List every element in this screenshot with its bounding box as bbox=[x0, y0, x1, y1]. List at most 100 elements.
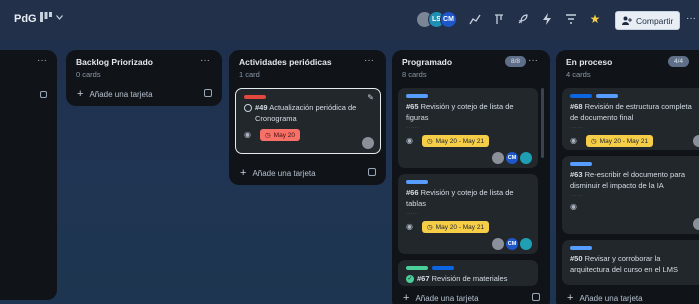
card-template-icon[interactable] bbox=[204, 89, 212, 97]
due-date-badge[interactable]: ◷ May 20 - May 21 bbox=[422, 135, 490, 147]
list-menu-icon[interactable]: ··· bbox=[200, 55, 210, 66]
add-card-button[interactable]: + Añade una tarjeta bbox=[556, 286, 699, 304]
member-avatar[interactable] bbox=[492, 238, 504, 250]
list-menu-icon[interactable]: ··· bbox=[364, 55, 374, 66]
card-number: #50 bbox=[570, 254, 583, 263]
list-title[interactable]: Actividades periódicas bbox=[239, 57, 376, 67]
card-faint-label: ······ bbox=[406, 210, 419, 217]
rocket-icon[interactable] bbox=[516, 12, 530, 26]
wip-limit-badge: 4/4 bbox=[667, 56, 689, 67]
board-members[interactable]: LS CM bbox=[416, 11, 457, 28]
list-card-count: 0 cards bbox=[76, 70, 101, 79]
list-column: ··· bbox=[0, 50, 57, 300]
member-avatar[interactable] bbox=[520, 152, 532, 164]
card-title: Revisión de estructura completa de docum… bbox=[570, 102, 692, 122]
complete-checkbox-icon[interactable] bbox=[244, 104, 252, 112]
card-68[interactable]: #68 Revisión de estructura completa de d… bbox=[562, 88, 699, 150]
star-icon[interactable]: ★ bbox=[588, 12, 602, 26]
list-title[interactable]: Backlog Priorizado bbox=[76, 57, 212, 67]
filter-icon[interactable] bbox=[564, 12, 578, 26]
card-title: Re-escribir el documento para disminuir … bbox=[570, 170, 686, 190]
card-65[interactable]: #65 Revisión y cotejo de lista de figura… bbox=[398, 88, 538, 168]
card-number: #66 bbox=[406, 188, 419, 197]
board-header: PdG LS CM ★ Compartir ··· bbox=[0, 0, 699, 40]
list-column-periodic: Actividades periódicas 1 card ··· ✎ #49 … bbox=[229, 50, 386, 185]
board-views-button[interactable] bbox=[40, 12, 63, 22]
clock-icon: ◷ bbox=[427, 224, 433, 231]
card-label-blue bbox=[596, 94, 618, 98]
more-options-icon[interactable]: ··· bbox=[686, 13, 696, 24]
add-card-label: Añade una tarjeta bbox=[415, 293, 479, 303]
card-number: #63 bbox=[570, 170, 583, 179]
member-avatar[interactable] bbox=[693, 218, 699, 230]
add-card-button[interactable]: + Añade una tarjeta bbox=[229, 161, 386, 185]
list-card-count: 4 cards bbox=[566, 70, 591, 79]
member-avatar[interactable] bbox=[520, 238, 532, 250]
card-faint-label: ······ bbox=[570, 192, 583, 199]
clock-icon: ◷ bbox=[427, 138, 433, 145]
automation-bolt-icon[interactable] bbox=[540, 12, 554, 26]
list-scrollbar[interactable] bbox=[541, 88, 544, 158]
watch-eye-icon: ◉ bbox=[244, 130, 251, 139]
card-title: Revisión y cotejo de lista de figuras bbox=[406, 102, 514, 122]
card-number: #67 bbox=[417, 274, 430, 283]
card-faint-label: ······ bbox=[570, 124, 583, 131]
card-title: Actualización periódica de Cronograma bbox=[255, 103, 357, 123]
share-button-label: Compartir bbox=[636, 15, 674, 26]
due-date-text: May 20 - May 21 bbox=[435, 223, 485, 231]
board-view-icon bbox=[40, 12, 52, 22]
card-66[interactable]: #66 Revisión y cotejo de lista de tablas… bbox=[398, 174, 538, 254]
card-63[interactable]: #63 Re-escribir el documento para dismin… bbox=[562, 156, 699, 234]
member-avatar[interactable] bbox=[362, 137, 374, 149]
card-label-blue bbox=[432, 266, 454, 270]
table-view-icon[interactable] bbox=[492, 12, 506, 26]
card-title: Revisión y cotejo de lista de tablas bbox=[406, 188, 514, 208]
due-date-text: May 20 bbox=[273, 131, 295, 139]
clock-icon: ◷ bbox=[591, 138, 597, 145]
list-menu-icon[interactable]: ··· bbox=[37, 55, 47, 66]
list-card-count: 8 cards bbox=[402, 70, 427, 79]
plus-icon: + bbox=[567, 292, 574, 304]
edit-pencil-icon[interactable]: ✎ bbox=[367, 93, 374, 102]
card-template-icon[interactable] bbox=[40, 91, 47, 98]
card-49[interactable]: ✎ #49 Actualización periódica de Cronogr… bbox=[235, 88, 381, 154]
completed-check-icon[interactable]: ✓ bbox=[406, 275, 414, 283]
card-label-blue bbox=[570, 246, 592, 250]
due-date-badge[interactable]: ◷ May 20 - May 21 bbox=[422, 221, 490, 233]
add-card-button[interactable]: + Añade una tarjeta bbox=[66, 82, 222, 106]
member-avatar[interactable]: CM bbox=[506, 238, 518, 250]
member-avatar[interactable]: CM bbox=[440, 11, 457, 28]
card-template-icon[interactable] bbox=[532, 293, 540, 301]
board-toolbar: ★ bbox=[468, 12, 626, 26]
card-title: Revisar y corroborar la arquitectura del… bbox=[570, 254, 678, 274]
list-menu-icon[interactable]: ··· bbox=[528, 55, 538, 66]
card-faint-label: ······ bbox=[406, 124, 419, 131]
card-67[interactable]: ✓ #67 Revisión de materiales bbox=[398, 260, 538, 286]
plus-icon: + bbox=[240, 167, 247, 179]
list-column-backlog: Backlog Priorizado 0 cards ··· + Añade u… bbox=[66, 50, 222, 106]
card-label-blue bbox=[570, 94, 592, 98]
add-card-button[interactable]: + Añade una tarjeta bbox=[392, 286, 550, 304]
chevron-down-icon bbox=[56, 14, 63, 20]
card-title: Revisión de materiales bbox=[431, 274, 508, 283]
watch-eye-icon: ◉ bbox=[570, 136, 577, 145]
chart-icon[interactable] bbox=[468, 12, 482, 26]
due-date-badge[interactable]: ◷ May 20 - May 21 bbox=[586, 135, 654, 147]
card-template-icon[interactable] bbox=[368, 168, 376, 176]
due-date-badge[interactable]: ◷ May 20 bbox=[260, 129, 300, 141]
member-avatar[interactable]: CM bbox=[506, 152, 518, 164]
clock-icon: ◷ bbox=[265, 132, 271, 139]
due-date-text: May 20 - May 21 bbox=[599, 137, 649, 145]
card-number: #68 bbox=[570, 102, 583, 111]
share-button[interactable]: Compartir bbox=[615, 11, 681, 30]
watch-eye-icon: ◉ bbox=[570, 202, 577, 211]
card-50[interactable]: #50 Revisar y corroborar la arquitectura… bbox=[562, 240, 699, 285]
member-avatar[interactable] bbox=[693, 135, 699, 147]
add-person-icon bbox=[622, 16, 632, 25]
member-avatar[interactable] bbox=[492, 152, 504, 164]
card-label-red bbox=[244, 95, 266, 99]
board-title[interactable]: PdG bbox=[14, 13, 37, 25]
plus-icon: + bbox=[77, 88, 84, 100]
card-label-blue bbox=[406, 94, 428, 98]
card-label-green bbox=[406, 266, 428, 270]
